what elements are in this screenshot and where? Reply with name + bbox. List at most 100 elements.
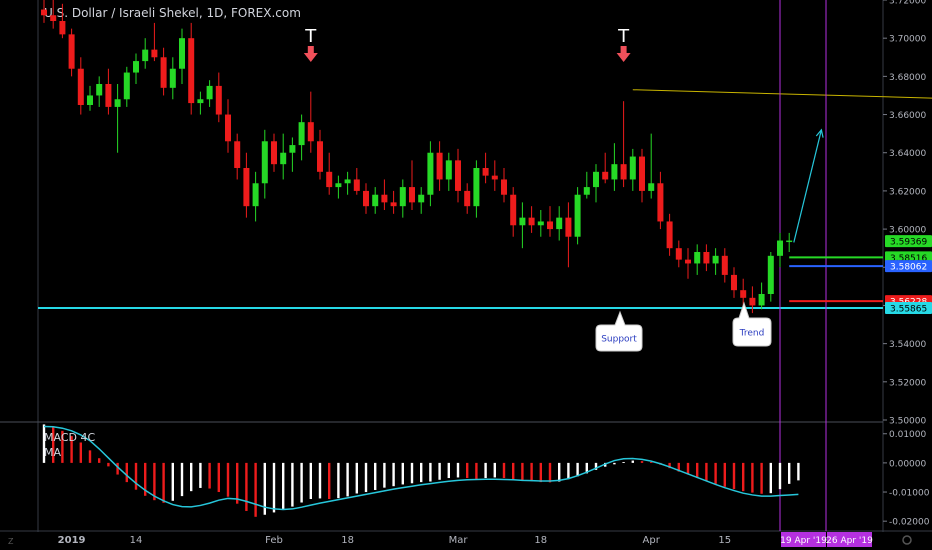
chart-canvas[interactable]: 3.72000 3.70000 3.68000 3.66000 3.64000 3.620… xyxy=(0,0,932,550)
candle-body[interactable] xyxy=(473,168,480,207)
candle-body[interactable] xyxy=(629,156,636,180)
macd-histogram-bar xyxy=(558,462,561,482)
candle-body[interactable] xyxy=(372,194,379,207)
candle-body[interactable] xyxy=(307,122,314,142)
candle-body[interactable] xyxy=(344,179,351,184)
candle-body[interactable] xyxy=(703,252,710,264)
candle-body[interactable] xyxy=(289,145,296,153)
candle-body[interactable] xyxy=(160,57,167,88)
candle-body[interactable] xyxy=(556,217,563,230)
candle-body[interactable] xyxy=(639,156,645,191)
candle-body[interactable] xyxy=(179,38,185,69)
price-tick-label: 3.50000 xyxy=(889,417,926,427)
candle-body[interactable] xyxy=(657,183,664,222)
candle-body[interactable] xyxy=(243,168,250,207)
candle-body[interactable] xyxy=(188,38,195,104)
candle-body[interactable] xyxy=(87,95,93,105)
candle-body[interactable] xyxy=(234,141,241,168)
candle-body[interactable] xyxy=(381,194,388,203)
candle-body[interactable] xyxy=(114,99,121,107)
macd-histogram-bar xyxy=(318,462,322,499)
candle-body[interactable] xyxy=(252,183,259,207)
logo-icon: Z xyxy=(8,537,14,546)
candle-body[interactable] xyxy=(758,294,765,306)
macd-histogram-bar xyxy=(346,462,349,497)
candle-body[interactable] xyxy=(464,190,471,207)
candle-body[interactable] xyxy=(675,248,682,260)
macd-histogram-bar xyxy=(236,462,239,504)
candle-body[interactable] xyxy=(565,217,572,237)
candle-body[interactable] xyxy=(786,240,793,243)
candle-body[interactable] xyxy=(41,9,47,16)
macd-histogram-bar xyxy=(374,462,377,490)
support-callout[interactable] xyxy=(595,310,643,352)
candle-body[interactable] xyxy=(731,274,737,291)
price-tick-label: 3.70000 xyxy=(889,35,926,45)
macd-histogram-bar xyxy=(171,462,174,501)
macd-histogram-bar xyxy=(493,462,496,478)
candle-body[interactable] xyxy=(133,61,139,73)
candle-body[interactable] xyxy=(455,160,461,191)
candle-body[interactable] xyxy=(335,183,342,188)
candle-body[interactable] xyxy=(648,183,655,191)
candle-body[interactable] xyxy=(298,122,305,146)
candle-body[interactable] xyxy=(721,255,728,275)
top-marker-label: T xyxy=(304,26,317,47)
candle-body[interactable] xyxy=(574,194,581,237)
candle-body[interactable] xyxy=(77,68,84,105)
candle-body[interactable] xyxy=(151,49,158,58)
candle-body[interactable] xyxy=(363,190,369,207)
candle-body[interactable] xyxy=(271,141,277,165)
candle-body[interactable] xyxy=(666,221,673,249)
candle-body[interactable] xyxy=(142,49,149,62)
candle-body[interactable] xyxy=(583,187,590,195)
projection-arrow[interactable] xyxy=(793,129,822,243)
candle-body[interactable] xyxy=(96,84,103,96)
candle-body[interactable] xyxy=(409,187,415,203)
candle-body[interactable] xyxy=(491,175,498,180)
candle-body[interactable] xyxy=(685,259,691,264)
candle-body[interactable] xyxy=(326,171,333,188)
candle-body[interactable] xyxy=(537,221,544,226)
candle-body[interactable] xyxy=(611,164,618,180)
candle-body[interactable] xyxy=(206,85,213,100)
candle-body[interactable] xyxy=(261,141,268,184)
candle-body[interactable] xyxy=(399,187,406,207)
candle-body[interactable] xyxy=(436,152,443,180)
candle-body[interactable] xyxy=(317,141,323,172)
candle-body[interactable] xyxy=(777,240,783,256)
candle-body[interactable] xyxy=(280,152,287,165)
candle-body[interactable] xyxy=(427,152,434,195)
candle-body[interactable] xyxy=(519,217,526,226)
candle-body[interactable] xyxy=(225,114,231,142)
candle-body[interactable] xyxy=(105,84,112,107)
candle-body[interactable] xyxy=(767,255,774,294)
candle-body[interactable] xyxy=(123,72,130,100)
macd-histogram-bar xyxy=(162,462,165,503)
candle-body[interactable] xyxy=(547,221,553,230)
candle-body[interactable] xyxy=(620,164,627,180)
candle-body[interactable] xyxy=(169,68,176,88)
candle-body[interactable] xyxy=(390,202,397,207)
macd-histogram-bar xyxy=(217,462,220,493)
candle-body[interactable] xyxy=(59,21,66,35)
candle-body[interactable] xyxy=(445,160,452,180)
candle-body[interactable] xyxy=(602,171,609,180)
macd-histogram-bar xyxy=(696,462,699,479)
candle-body[interactable] xyxy=(712,255,719,264)
candle-body[interactable] xyxy=(353,179,360,191)
candle-body[interactable] xyxy=(740,290,747,298)
candle-body[interactable] xyxy=(749,297,756,306)
candle-body[interactable] xyxy=(593,171,599,188)
candle-body[interactable] xyxy=(510,194,517,226)
candle-body[interactable] xyxy=(694,252,701,264)
candle-body[interactable] xyxy=(501,179,507,195)
candle-body[interactable] xyxy=(68,34,75,69)
candle-body[interactable] xyxy=(418,194,425,203)
candle-body[interactable] xyxy=(528,217,535,226)
candle-body[interactable] xyxy=(197,99,204,104)
time-tick-label: 15 xyxy=(718,535,731,546)
candle-body[interactable] xyxy=(215,85,222,115)
candle-body[interactable] xyxy=(50,15,57,21)
candle-body[interactable] xyxy=(482,168,489,176)
